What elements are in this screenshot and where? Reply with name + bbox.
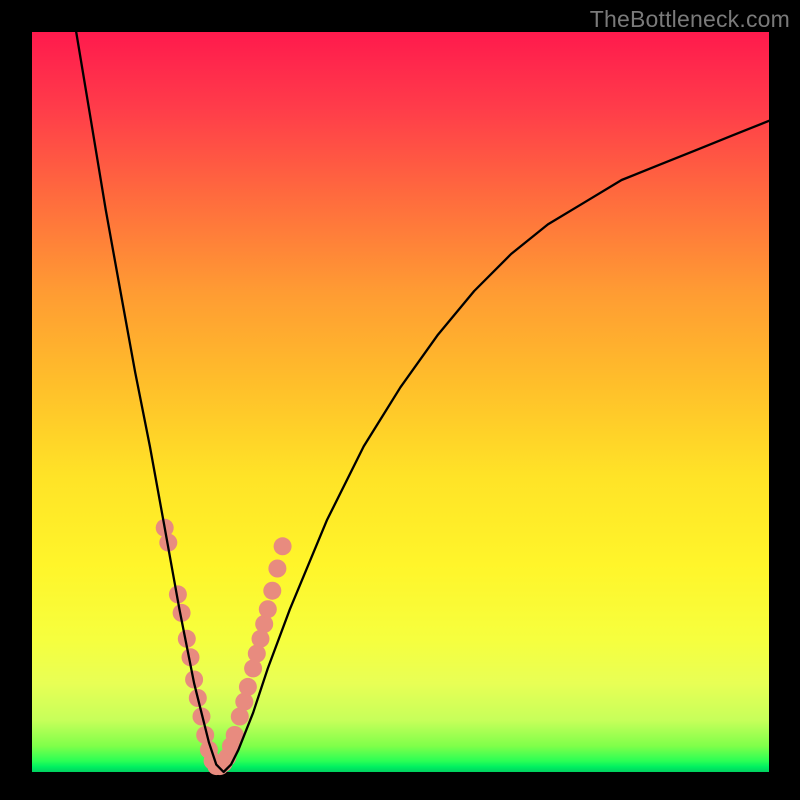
bottleneck-curve: [76, 32, 769, 772]
highlight-point: [263, 582, 281, 600]
highlight-point: [274, 537, 292, 555]
highlight-markers: [156, 519, 292, 775]
chart-frame: TheBottleneck.com: [0, 0, 800, 800]
plot-area: [32, 32, 769, 772]
chart-svg: [32, 32, 769, 772]
highlight-point: [239, 678, 257, 696]
highlight-point: [268, 560, 286, 578]
highlight-point: [259, 600, 277, 618]
watermark-text: TheBottleneck.com: [590, 6, 790, 33]
